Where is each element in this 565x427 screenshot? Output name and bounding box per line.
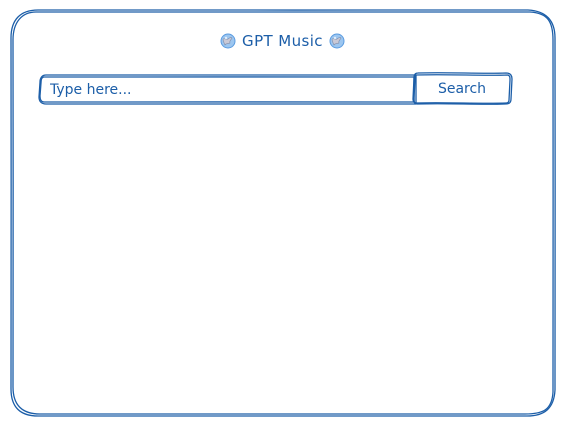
search-input[interactable] (44, 77, 422, 103)
search-button[interactable]: Search (414, 74, 510, 104)
globe-icon (220, 33, 236, 49)
globe-icon (329, 33, 345, 49)
results-area (30, 120, 535, 400)
page-title: GPT Music (242, 32, 323, 50)
app-window: GPT Music Search (0, 0, 565, 427)
app-header: GPT Music (0, 29, 565, 53)
